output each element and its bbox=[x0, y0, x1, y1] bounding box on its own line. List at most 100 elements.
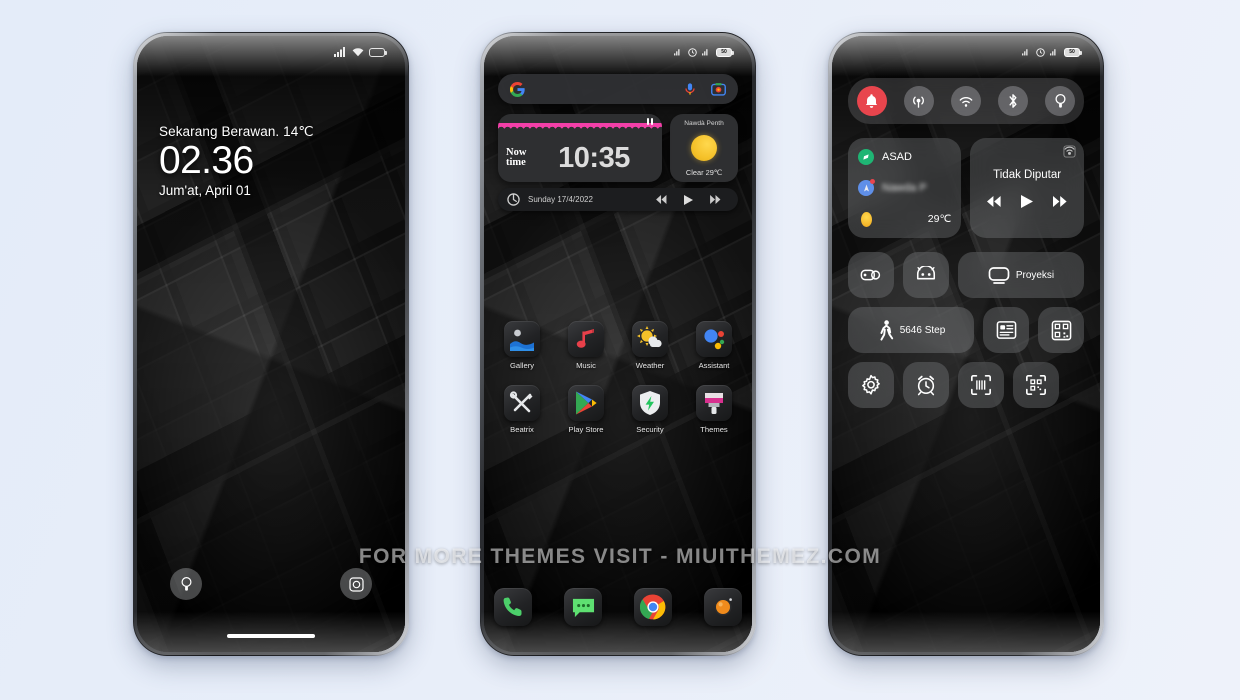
sun-icon bbox=[691, 134, 717, 161]
tile-alarm[interactable] bbox=[903, 362, 949, 408]
lockscreen-weather: Sekarang Berawan. 14℃ bbox=[159, 124, 314, 139]
tile-barcode-scan[interactable] bbox=[958, 362, 1004, 408]
barcode-scan-icon bbox=[971, 375, 991, 395]
cc-cards-row: ASAD Nawda P 29℃ Tidak Diputar bbox=[848, 138, 1084, 238]
lockscreen-clock: 02.36 bbox=[159, 139, 254, 182]
walking-icon bbox=[880, 319, 893, 341]
widgets-row: Now time 10:35 Nawdà Penth Clear 29℃ bbox=[498, 114, 738, 182]
tile-qr-code[interactable] bbox=[1038, 307, 1084, 353]
app-label: Beatrix bbox=[510, 425, 534, 434]
wifi-icon bbox=[702, 49, 708, 56]
chrome-icon[interactable] bbox=[634, 588, 672, 626]
info-card[interactable]: ASAD Nawda P 29℃ bbox=[848, 138, 962, 238]
compass-leaf-icon bbox=[858, 149, 874, 165]
fast-forward-icon[interactable] bbox=[710, 195, 721, 204]
tile-projection[interactable]: Proyeksi bbox=[958, 252, 1084, 298]
fast-forward-icon[interactable] bbox=[1053, 195, 1067, 207]
media-card[interactable]: Tidak Diputar bbox=[970, 138, 1084, 238]
tile-qr-scan[interactable] bbox=[1013, 362, 1059, 408]
tile-android[interactable] bbox=[903, 252, 949, 298]
toggle-bluetooth[interactable] bbox=[998, 86, 1029, 116]
phone-icon[interactable] bbox=[494, 588, 532, 626]
clock-widget-time: 10:35 bbox=[558, 142, 630, 174]
google-search-bar[interactable] bbox=[498, 74, 738, 104]
app-label: Weather bbox=[635, 361, 665, 370]
signal-icon bbox=[1022, 49, 1028, 56]
google-lens-icon[interactable] bbox=[711, 82, 726, 97]
battery-icon bbox=[369, 47, 387, 57]
app-weather[interactable]: Weather bbox=[622, 321, 678, 370]
info-card-temperature: 29℃ bbox=[927, 213, 952, 225]
lockscreen-screen[interactable]: Sekarang Berawan. 14℃ 02.36 Jum'at, Apri… bbox=[137, 36, 405, 652]
app-security[interactable]: Security bbox=[622, 385, 678, 434]
info-card-row: 29℃ bbox=[858, 211, 951, 227]
bell-icon bbox=[865, 94, 878, 108]
info-card-row: Nawda P bbox=[858, 179, 951, 196]
app-themes[interactable]: Themes bbox=[686, 385, 742, 434]
battery-icon: 50 bbox=[1064, 47, 1082, 57]
tile-screen-rotate[interactable] bbox=[848, 252, 894, 298]
home-indicator[interactable] bbox=[227, 634, 315, 638]
flashlight-icon bbox=[180, 576, 192, 591]
play-icon[interactable] bbox=[684, 194, 693, 205]
tile-step-counter[interactable]: 5646 Step bbox=[848, 307, 974, 353]
app-label: Themes bbox=[700, 425, 728, 434]
toggle-ringer[interactable] bbox=[856, 86, 887, 116]
camera-icon bbox=[348, 576, 364, 592]
tile-notes[interactable] bbox=[983, 307, 1029, 353]
notes-icon bbox=[996, 321, 1016, 339]
signal-icon bbox=[674, 49, 680, 56]
cc-tiles: Proyeksi 5646 Step bbox=[848, 252, 1084, 417]
app-play-store[interactable]: Play Store bbox=[558, 385, 614, 434]
weather-widget-city: Nawdà Penth bbox=[684, 120, 724, 127]
screen-rotate-icon bbox=[860, 269, 881, 281]
play-icon[interactable] bbox=[1021, 194, 1034, 208]
settings-gear-icon bbox=[862, 374, 880, 395]
wifi-icon bbox=[352, 48, 364, 57]
status-bar: 50 bbox=[832, 36, 1100, 62]
rewind-icon[interactable] bbox=[656, 195, 667, 204]
clock-widget-ticks bbox=[646, 118, 653, 125]
alarm-status-icon bbox=[1036, 47, 1045, 57]
cast-icon[interactable] bbox=[1063, 145, 1076, 163]
tiles-row-1: Proyeksi bbox=[848, 252, 1084, 298]
flashlight-shortcut-button[interactable] bbox=[170, 568, 202, 600]
app-label: Gallery bbox=[509, 361, 535, 370]
qr-scan-icon bbox=[1026, 375, 1046, 395]
quick-toggles-bar bbox=[848, 78, 1084, 124]
app-gallery[interactable]: Gallery bbox=[494, 321, 550, 370]
alarm-clock-icon bbox=[917, 375, 935, 396]
gallery-icon bbox=[504, 321, 540, 357]
tile-settings[interactable] bbox=[848, 362, 894, 408]
flashlight-icon bbox=[1055, 93, 1066, 108]
lockscreen-date: Jum'at, April 01 bbox=[159, 182, 251, 198]
play-store-icon bbox=[568, 385, 604, 421]
camera-shortcut-button[interactable] bbox=[340, 568, 372, 600]
app-music[interactable]: Music bbox=[558, 321, 614, 370]
media-card-controls bbox=[987, 194, 1067, 208]
battery-icon: 50 bbox=[716, 47, 734, 57]
microphone-icon[interactable] bbox=[683, 82, 697, 96]
media-widget-date: Sunday 17/4/2022 bbox=[528, 195, 593, 204]
media-widget-bar[interactable]: Sunday 17/4/2022 bbox=[498, 188, 738, 211]
qr-code-icon bbox=[1051, 320, 1071, 340]
clock-widget[interactable]: Now time 10:35 bbox=[498, 114, 662, 182]
tile-label: Proyeksi bbox=[1015, 269, 1055, 281]
signal-icon bbox=[334, 47, 345, 57]
tiles-row-2: 5646 Step bbox=[848, 307, 1084, 353]
bluetooth-icon bbox=[1009, 94, 1017, 108]
controlcenter-screen[interactable]: 50 ASAD Nawda P 29℃ Tidak Diputar Proyek… bbox=[832, 36, 1100, 652]
rewind-icon[interactable] bbox=[987, 195, 1001, 207]
tools-icon bbox=[504, 385, 540, 421]
app-assistant[interactable]: Assistant bbox=[686, 321, 742, 370]
message-bubble-icon[interactable] bbox=[564, 588, 602, 626]
toggle-flashlight[interactable] bbox=[1045, 86, 1076, 116]
app-label: Music bbox=[576, 361, 596, 370]
toggle-wifi[interactable] bbox=[950, 86, 981, 116]
shield-bolt-icon bbox=[632, 385, 668, 421]
toggle-mobile-data[interactable] bbox=[903, 86, 934, 116]
app-beatrix[interactable]: Beatrix bbox=[494, 385, 550, 434]
camera-lens-icon[interactable] bbox=[704, 588, 742, 626]
homescreen-screen[interactable]: 50 Now time 10:35 Nawdà Penth Clear 29℃ … bbox=[484, 36, 752, 652]
weather-widget[interactable]: Nawdà Penth Clear 29℃ bbox=[670, 114, 738, 182]
